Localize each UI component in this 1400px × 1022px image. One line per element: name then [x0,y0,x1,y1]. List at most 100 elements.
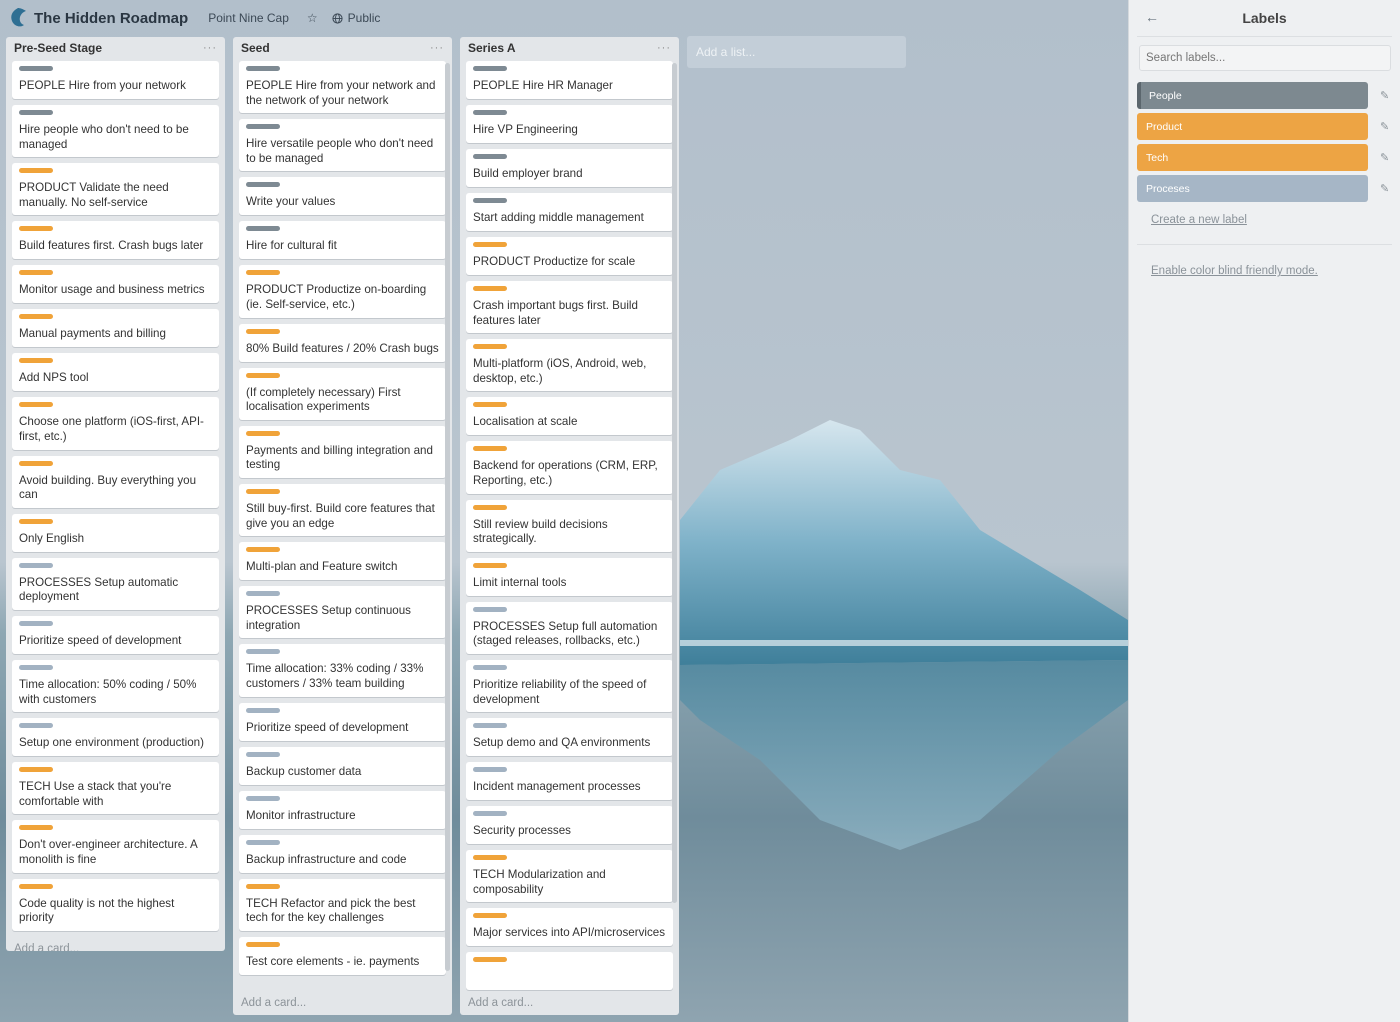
card-title: Don't over-engineer architecture. A mono… [19,838,198,866]
card[interactable]: TECH Refactor and pick the best tech for… [239,878,446,931]
card[interactable]: Manual payments and billing [12,309,219,348]
card-title: Multi-platform (iOS, Android, web, deskt… [473,357,647,385]
card[interactable]: TECH Modularization and composability [466,850,673,903]
list-header: Pre-Seed Stage ··· [6,37,225,59]
list-scrollbar[interactable] [445,63,450,971]
card[interactable]: Still buy-first. Build core features tha… [239,483,446,537]
card[interactable]: Add NPS tool [12,353,219,392]
colorblind-mode-link[interactable]: Enable color blind friendly mode. [1151,265,1400,277]
list-title[interactable]: Seed [241,41,270,55]
card-title: Hire versatile people who don't need to … [246,137,434,165]
label-people[interactable]: People [1137,82,1368,109]
card[interactable]: Only English [12,513,219,552]
add-card-button[interactable]: Add a card... [233,991,452,1015]
card[interactable]: PRODUCT Productize for scale [466,237,673,275]
card[interactable]: Test core elements - ie. payments [239,936,446,975]
card[interactable]: Localisation at scale [466,397,673,436]
card[interactable]: PRODUCT Productize on-boarding (ie. Self… [239,265,446,318]
card[interactable]: Multi-plan and Feature switch [239,542,446,581]
pencil-icon[interactable]: ✎ [1380,182,1389,195]
card[interactable]: Monitor usage and business metrics [12,265,219,304]
card[interactable]: Incident management processes [466,762,673,801]
team-name[interactable]: Point Nine Cap [204,8,293,28]
card[interactable]: TECH Use a stack that you're comfortable… [12,762,219,815]
list-menu-icon[interactable]: ··· [430,42,444,54]
add-card-button[interactable]: Add a card... [460,991,679,1015]
card[interactable]: Still review build decisions strategical… [466,499,673,552]
add-card-button[interactable]: Add a card... [6,937,225,951]
board-title[interactable]: The Hidden Roadmap [34,10,188,27]
card-title: PRODUCT Productize on-boarding (ie. Self… [246,283,427,311]
visibility-button[interactable]: Public [332,11,380,25]
list-menu-icon[interactable]: ··· [203,42,217,54]
label-processes[interactable]: Proceses [1137,175,1368,202]
card[interactable]: Don't over-engineer architecture. A mono… [12,820,219,873]
card[interactable]: Time allocation: 33% coding / 33% custom… [239,644,446,697]
arrow-left-icon[interactable]: ← [1145,9,1159,25]
search-labels-input[interactable] [1139,45,1391,71]
card[interactable]: Time allocation: 50% coding / 50% with c… [12,659,219,713]
card[interactable]: Code quality is not the highest priority [12,878,219,931]
card[interactable]: 80% Build features / 20% Crash bugs [239,323,446,362]
card[interactable]: PRODUCT Validate the need manually. No s… [12,163,219,216]
sidebar-title: Labels [1242,10,1287,26]
card[interactable]: Hire VP Engineering [466,105,673,143]
card[interactable]: Setup one environment (production) [12,718,219,757]
card-label-processes [19,620,53,626]
trello-logo-icon[interactable] [8,7,28,29]
card[interactable]: Multi-platform (iOS, Android, web, deskt… [466,339,673,392]
card-label-people [246,226,280,232]
card[interactable] [466,952,673,991]
card[interactable]: Hire versatile people who don't need to … [239,119,446,172]
pencil-icon[interactable]: ✎ [1380,89,1389,102]
card-title: Hire people who don't need to be managed [19,123,189,151]
card[interactable]: Major services into API/microservices [466,908,673,947]
card[interactable]: PEOPLE Hire from your network and the ne… [239,61,446,114]
star-icon[interactable]: ☆ [307,11,318,25]
card[interactable]: Backup customer data [239,746,446,785]
card[interactable]: PROCESSES Setup full automation (staged … [466,601,673,654]
card[interactable]: Build features first. Crash bugs later [12,221,219,260]
card[interactable]: PROCESSES Setup continuous integration [239,586,446,639]
add-list-button[interactable]: Add a list... [687,36,906,68]
list-title[interactable]: Series A [468,41,516,55]
card-title: Hire for cultural fit [246,239,337,253]
card[interactable]: Backup infrastructure and code [239,834,446,873]
card-title: PRODUCT Productize for scale [473,255,636,268]
card[interactable]: Backend for operations (CRM, ERP, Report… [466,441,673,494]
card[interactable]: Monitor infrastructure [239,790,446,829]
card-title: Prioritize speed of development [19,633,182,647]
pencil-icon[interactable]: ✎ [1380,120,1389,133]
card[interactable]: Security processes [466,806,673,845]
card[interactable]: Start adding middle management [466,193,673,231]
card[interactable]: Build employer brand [466,149,673,187]
label-product[interactable]: Product [1137,113,1368,140]
card[interactable]: Hire for cultural fit [239,221,446,260]
card[interactable]: (If completely necessary) First localisa… [239,367,446,420]
list-menu-icon[interactable]: ··· [657,42,671,54]
pencil-icon[interactable]: ✎ [1380,151,1389,164]
list-header: Seed ··· [233,37,452,59]
board-header: The Hidden Roadmap Point Nine Cap ☆ Publ… [0,0,1128,36]
card[interactable]: Payments and billing integration and tes… [239,425,446,478]
card[interactable]: Write your values [239,177,446,216]
card[interactable]: Limit internal tools [466,557,673,596]
list-scrollbar[interactable] [672,63,677,903]
card[interactable]: Prioritize reliability of the speed of d… [466,659,673,713]
card-title: Choose one platform (iOS-first, API-firs… [19,415,204,443]
card-label-processes [19,664,53,670]
card-label-people [473,198,507,203]
card[interactable]: Prioritize speed of development [239,702,446,741]
card[interactable]: Avoid building. Buy everything you can [12,455,219,508]
card[interactable]: Choose one platform (iOS-first, API-firs… [12,397,219,450]
label-tech[interactable]: Tech [1137,144,1368,171]
create-label-link[interactable]: Create a new label [1151,214,1400,226]
card[interactable]: Crash important bugs first. Build featur… [466,281,673,334]
card[interactable]: Prioritize speed of development [12,615,219,654]
card[interactable]: Hire people who don't need to be managed [12,105,219,158]
card[interactable]: Setup demo and QA environments [466,718,673,757]
card[interactable]: PROCESSES Setup automatic deployment [12,557,219,610]
card[interactable]: PEOPLE Hire from your network [12,61,219,99]
list-title[interactable]: Pre-Seed Stage [14,41,102,55]
card[interactable]: PEOPLE Hire HR Manager [466,61,673,99]
